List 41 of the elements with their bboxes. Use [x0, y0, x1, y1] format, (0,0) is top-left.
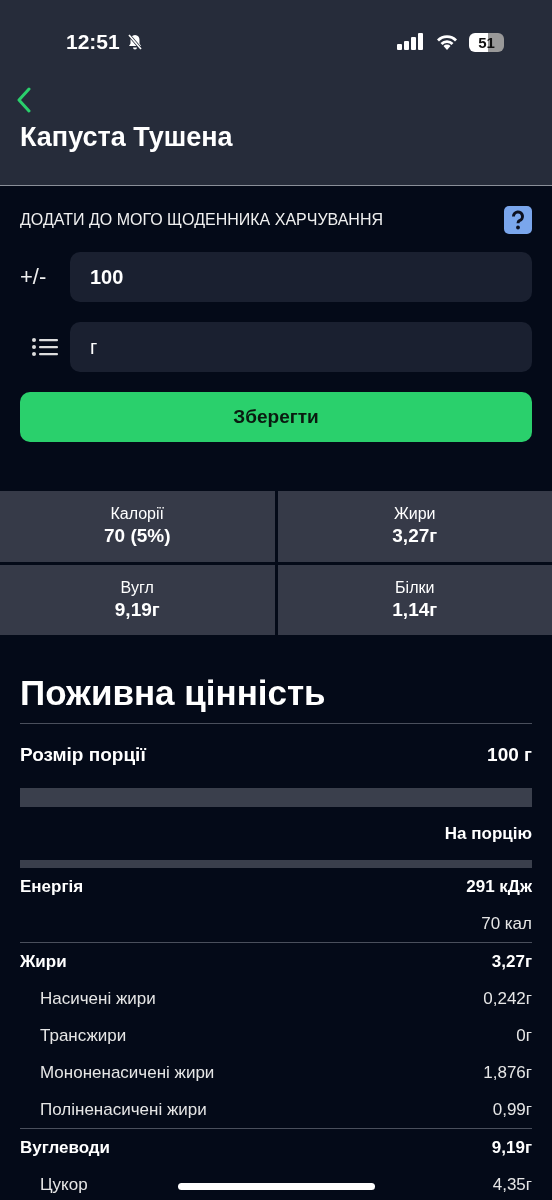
summary-label: Жири — [393, 505, 436, 524]
battery-level: 51 — [469, 32, 504, 52]
unit-field[interactable]: г — [70, 322, 532, 372]
nutrient-value: 291 кДж — [466, 876, 532, 897]
nutrient-value: 0,242г — [483, 988, 532, 1009]
nutrient-label: Мононенасичені жири — [40, 1062, 215, 1083]
help-icon[interactable] — [504, 206, 532, 234]
summary-label: Калорії — [110, 505, 164, 524]
nutrient-label: Енергія — [20, 876, 84, 897]
nutrient-value: 70 кал — [481, 913, 532, 934]
column-heading: На порцію — [444, 824, 532, 843]
nutrition-title: Поживна цінність — [20, 673, 532, 724]
nutrient-value: 9,19г — [491, 1137, 532, 1158]
save-button[interactable]: Зберегти — [20, 392, 532, 442]
nutrient-value: 3,27г — [491, 951, 532, 972]
nutrient-label: Поліненасичені жири — [40, 1099, 207, 1120]
nutrient-label: Вуглеводи — [20, 1137, 111, 1158]
section-heading: ДОДАТИ ДО МОГО ЩОДЕННИКА ХАРЧУВАННЯ — [20, 211, 384, 229]
amount-field[interactable]: 100 — [70, 252, 532, 302]
wifi-icon — [435, 33, 459, 51]
serving-value: 100 г — [487, 744, 532, 766]
nutrient-label: Насичені жири — [40, 988, 156, 1009]
nutrient-value: 1,876г — [483, 1062, 532, 1083]
muted-bell-icon — [125, 33, 144, 51]
signal-icon — [397, 33, 425, 51]
nutrient-value: 0,99г — [492, 1099, 532, 1120]
plus-minus-label: +/- — [20, 264, 48, 290]
serving-label: Розмір порції — [20, 744, 146, 766]
summary-value: 70 (5%) — [104, 525, 171, 548]
summary-label: Вугл — [120, 578, 154, 597]
page-title: Капуста Тушена — [20, 122, 234, 153]
nutrient-label: Трансжири — [40, 1025, 127, 1046]
status-time: 12:51 — [66, 30, 120, 54]
summary-value: 3,27г — [392, 525, 438, 548]
nutrient-label: Цукор — [40, 1174, 88, 1195]
nutrient-label: Жири — [20, 951, 67, 972]
summary-value: 9,19г — [114, 598, 160, 621]
summary-label: Білки — [395, 578, 435, 597]
nutrient-value: 4,35г — [492, 1174, 532, 1195]
nutrient-value: 0г — [516, 1025, 532, 1046]
summary-value: 1,14г — [392, 598, 438, 621]
